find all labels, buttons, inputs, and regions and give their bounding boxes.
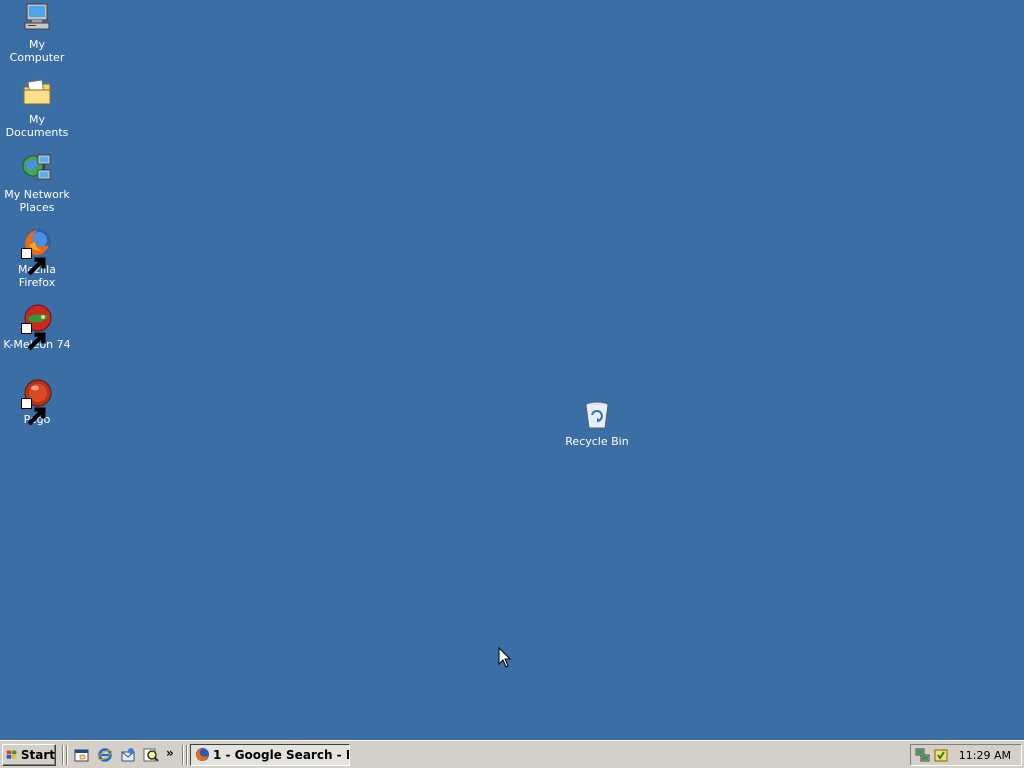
pego-icon bbox=[21, 377, 53, 426]
start-label: Start bbox=[20, 748, 55, 762]
desktop-icon-label: My Documents bbox=[5, 113, 69, 139]
security-tray-icon[interactable] bbox=[933, 747, 949, 763]
desktop-icon-network-places[interactable]: My Network Places bbox=[0, 152, 74, 214]
desktop-icon-mozilla-firefox[interactable]: Mozilla Firefox bbox=[0, 227, 74, 289]
quick-launch-more-button[interactable]: » bbox=[166, 746, 174, 760]
clock[interactable]: 11:29 AM bbox=[959, 749, 1011, 762]
desktop-icon-my-computer[interactable]: My Computer bbox=[0, 2, 74, 64]
show-desktop-icon[interactable] bbox=[74, 747, 90, 763]
desktop-icon-pego[interactable]: Pego bbox=[0, 377, 74, 426]
desktop[interactable]: My Computer My Documents My Network Plac… bbox=[0, 0, 1024, 740]
task-button-label: 1 - Google Search - Mo... bbox=[213, 748, 349, 762]
outlook-express-icon[interactable] bbox=[120, 747, 136, 763]
task-button-firefox[interactable]: 1 - Google Search - Mo... bbox=[190, 744, 350, 766]
my-documents-icon bbox=[21, 77, 53, 109]
search-icon[interactable] bbox=[143, 747, 159, 763]
k-meleon-icon bbox=[21, 302, 53, 351]
taskbar: Start » 1 - Google Search - 11:29 AM bbox=[0, 740, 1024, 768]
start-button[interactable]: Start bbox=[2, 744, 56, 766]
taskbar-separator bbox=[66, 745, 68, 765]
desktop-icon-label: My Network Places bbox=[4, 188, 70, 214]
internet-explorer-icon[interactable] bbox=[97, 747, 113, 763]
desktop-icon-k-meleon[interactable]: K-Meleon 74 bbox=[0, 302, 74, 351]
mouse-cursor-icon bbox=[498, 646, 512, 669]
my-computer-icon bbox=[21, 2, 53, 34]
desktop-icon-label: Recycle Bin bbox=[565, 435, 629, 448]
taskbar-separator bbox=[186, 745, 188, 765]
shortcut-arrow-icon bbox=[21, 323, 46, 351]
network-tray-icon[interactable] bbox=[915, 747, 931, 763]
windows-logo-icon bbox=[6, 750, 17, 759]
firefox-icon bbox=[196, 748, 209, 762]
network-places-icon bbox=[21, 152, 53, 184]
desktop-icon-my-documents[interactable]: My Documents bbox=[0, 77, 74, 139]
system-tray: 11:29 AM bbox=[910, 744, 1022, 766]
taskbar-separator bbox=[182, 745, 184, 765]
taskbar-separator bbox=[62, 745, 64, 765]
desktop-icon-label: My Computer bbox=[9, 38, 65, 64]
desktop-icon-recycle-bin[interactable]: Recycle Bin bbox=[560, 399, 634, 448]
shortcut-arrow-icon bbox=[21, 248, 46, 276]
shortcut-arrow-icon bbox=[21, 398, 46, 426]
firefox-icon bbox=[21, 227, 53, 276]
recycle-bin-icon bbox=[581, 399, 613, 431]
